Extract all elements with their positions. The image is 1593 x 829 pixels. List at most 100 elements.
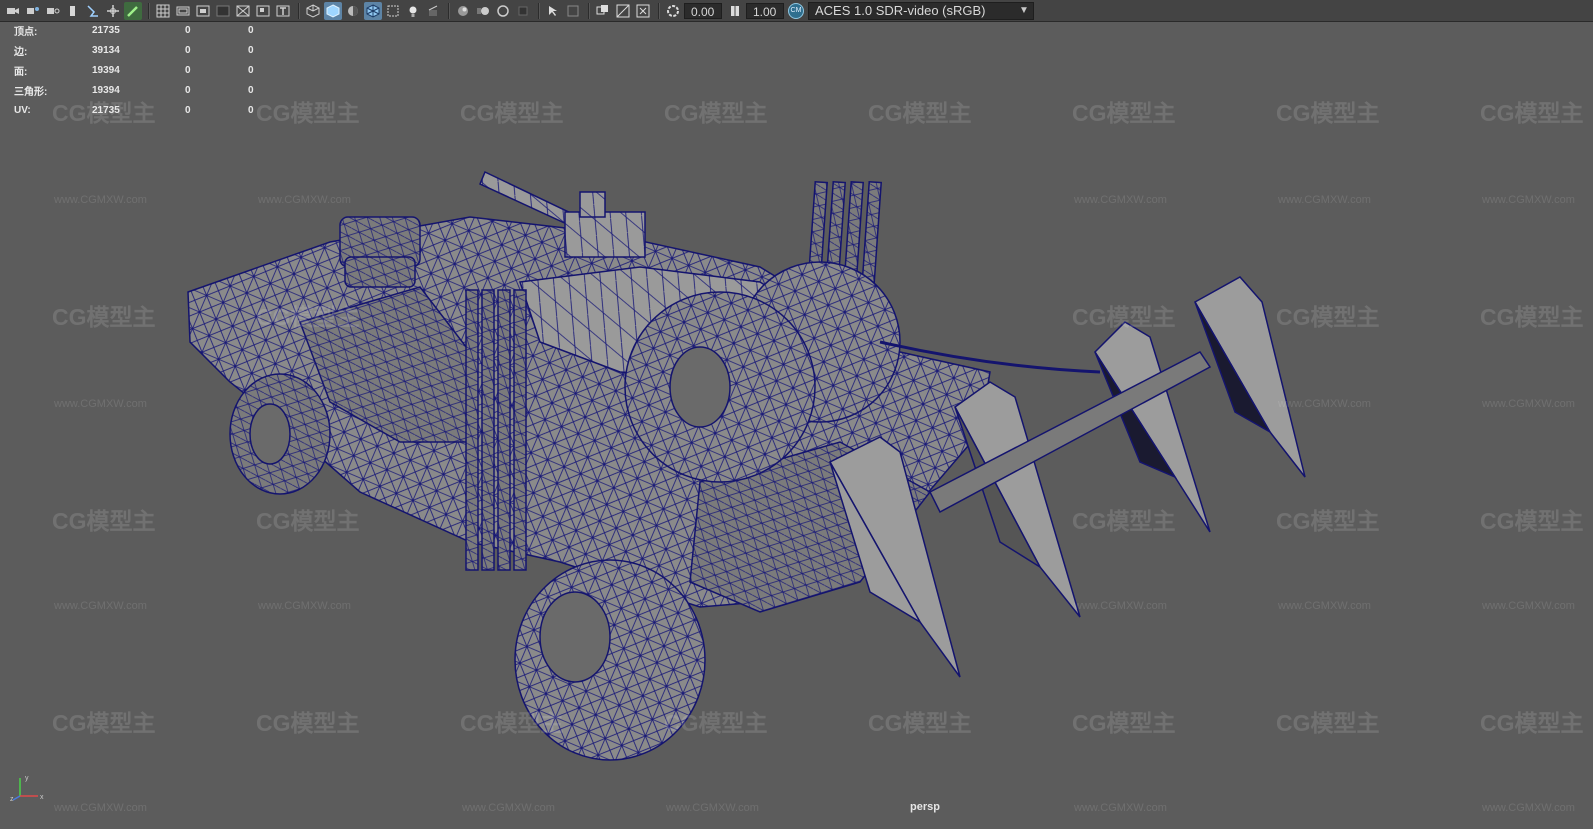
hud-row-uvs: UV: 21735 0 0 [14, 100, 268, 120]
watermark-logo: CG模型主 [256, 100, 360, 126]
watermark-logo: CG模型主 [1480, 710, 1584, 736]
grid-icon[interactable] [154, 2, 172, 20]
watermark-url: www.CGMXW.com [54, 600, 147, 612]
watermark-url: www.CGMXW.com [54, 398, 147, 410]
hud-value: 21735 [92, 104, 120, 116]
watermark-url: www.CGMXW.com [1482, 802, 1575, 814]
gamma-input[interactable]: 1.00 [746, 2, 784, 19]
watermark-logo: CG模型主 [1276, 710, 1380, 736]
toolbar-separator [538, 2, 540, 19]
watermark-logo: CG模型主 [1480, 508, 1584, 534]
watermark-url: www.CGMXW.com [54, 802, 147, 814]
3d-viewport[interactable]: CG模型主 CG模型主 CG模型主 CG模型主 CG模型主 CG模型主 CG模型… [0, 22, 1593, 829]
viewport-toolbar: 0.00 1.00 CM ACES 1.0 SDR-video (sRGB) ▼ [0, 0, 1593, 22]
grid-snap-icon[interactable] [84, 2, 102, 20]
ram-spikes [828, 276, 1306, 678]
watermark-logo: CG模型主 [1276, 304, 1380, 330]
maya-viewport-window: 0.00 1.00 CM ACES 1.0 SDR-video (sRGB) ▼ [0, 0, 1593, 829]
toolbar-separator [658, 2, 660, 19]
toolbar-separator [448, 2, 450, 19]
wireframe-icon[interactable] [304, 2, 322, 20]
hud-label: 面: [14, 66, 28, 78]
gamma-dial-icon[interactable] [726, 2, 744, 20]
chevron-down-icon: ▼ [1019, 4, 1029, 16]
toolbar-separator [298, 2, 300, 19]
smooth-shade-icon[interactable] [324, 1, 342, 20]
watermark-url: www.CGMXW.com [666, 802, 759, 814]
color-space-value: ACES 1.0 SDR-video (sRGB) [815, 2, 986, 18]
film-gate-icon[interactable] [174, 2, 192, 20]
hud-value: 19394 [92, 64, 120, 76]
axis-gizmo-icon: y x z [8, 772, 48, 807]
gate-mask-icon[interactable] [214, 2, 232, 20]
engine-blower [339, 216, 421, 288]
watermark-url: www.CGMXW.com [54, 194, 147, 206]
hud-value: 0 [248, 24, 254, 36]
watermark-logo: CG模型主 [52, 710, 156, 736]
hud-value: 0 [248, 104, 254, 116]
field-chart-icon[interactable] [234, 2, 252, 20]
hud-value: 0 [248, 64, 254, 76]
default-material-icon[interactable] [344, 2, 362, 20]
poly-count-hud: 顶点: 21735 0 0 边: 39134 0 0 面: 19394 0 0 … [14, 20, 268, 120]
exposure-dial-icon[interactable] [664, 2, 682, 20]
watermark-logo: CG模型主 [256, 710, 360, 736]
exposure-icon[interactable] [614, 2, 632, 20]
hud-label: 三角形: [14, 86, 48, 98]
xray-joints-icon[interactable] [564, 2, 582, 20]
grease-pencil-icon[interactable] [124, 1, 142, 20]
watermark-logo: CG模型主 [256, 508, 360, 534]
watermark-logo: CG模型主 [1072, 100, 1176, 126]
resolution-gate-icon[interactable] [194, 2, 212, 20]
safe-title-icon[interactable] [274, 2, 292, 20]
shadows-icon[interactable] [424, 2, 442, 20]
watermark-logo: CG模型主 [1480, 100, 1584, 126]
camera-name-label: persp [910, 801, 940, 813]
ambient-occlusion-icon[interactable] [454, 2, 472, 20]
wireframe-on-shaded-icon[interactable] [364, 1, 382, 20]
axis-z-label: z [10, 796, 14, 802]
watermark-logo: CG模型主 [664, 710, 768, 736]
safe-action-icon[interactable] [254, 2, 272, 20]
xray-active-icon[interactable] [594, 2, 612, 20]
hud-value: 0 [185, 44, 191, 56]
watermark-url: www.CGMXW.com [1278, 398, 1371, 410]
image-plane-icon[interactable] [64, 2, 82, 20]
watermark-logo: CG模型主 [1072, 508, 1176, 534]
pan-icon[interactable] [104, 2, 122, 20]
hud-row-edges: 边: 39134 0 0 [14, 40, 268, 60]
gamma-icon[interactable] [634, 2, 652, 20]
watermark-logo: CG模型主 [460, 100, 564, 126]
watermark-url: www.CGMXW.com [1482, 600, 1575, 612]
watermark-url: www.CGMXW.com [258, 600, 351, 612]
watermark-url: www.CGMXW.com [1482, 194, 1575, 206]
xray-icon[interactable] [384, 2, 402, 20]
camera-attr-icon[interactable] [24, 2, 42, 20]
watermark-url: www.CGMXW.com [1074, 802, 1167, 814]
hud-value: 39134 [92, 44, 120, 56]
color-management-icon[interactable]: CM [788, 2, 804, 19]
watermark-url: www.CGMXW.com [1482, 398, 1575, 410]
watermark-url: www.CGMXW.com [1074, 194, 1167, 206]
motion-blur-icon[interactable] [474, 2, 492, 20]
axis-x-label: x [40, 794, 44, 801]
hud-label: UV: [14, 104, 31, 116]
hud-row-vertices: 顶点: 21735 0 0 [14, 20, 268, 40]
depth-of-field-icon[interactable] [514, 2, 532, 20]
isolate-select-icon[interactable] [544, 2, 562, 20]
color-space-dropdown[interactable]: ACES 1.0 SDR-video (sRGB) ▼ [808, 1, 1034, 20]
hud-value: 0 [185, 64, 191, 76]
hud-label: 边: [14, 46, 28, 58]
exposure-input[interactable]: 0.00 [684, 2, 722, 19]
watermark-logo: CG模型主 [868, 100, 972, 126]
watermark-url: www.CGMXW.com [258, 194, 351, 206]
watermark-url: www.CGMXW.com [1074, 600, 1167, 612]
watermark-logo: CG模型主 [256, 304, 360, 330]
bookmark-icon[interactable] [44, 2, 62, 20]
toolbar-separator [588, 2, 590, 19]
axis-y-label: y [25, 775, 29, 782]
watermark-logo: CG模型主 [1276, 100, 1380, 126]
camera-icon[interactable] [4, 2, 22, 20]
anti-alias-icon[interactable] [494, 2, 512, 20]
use-lights-icon[interactable] [404, 2, 422, 20]
